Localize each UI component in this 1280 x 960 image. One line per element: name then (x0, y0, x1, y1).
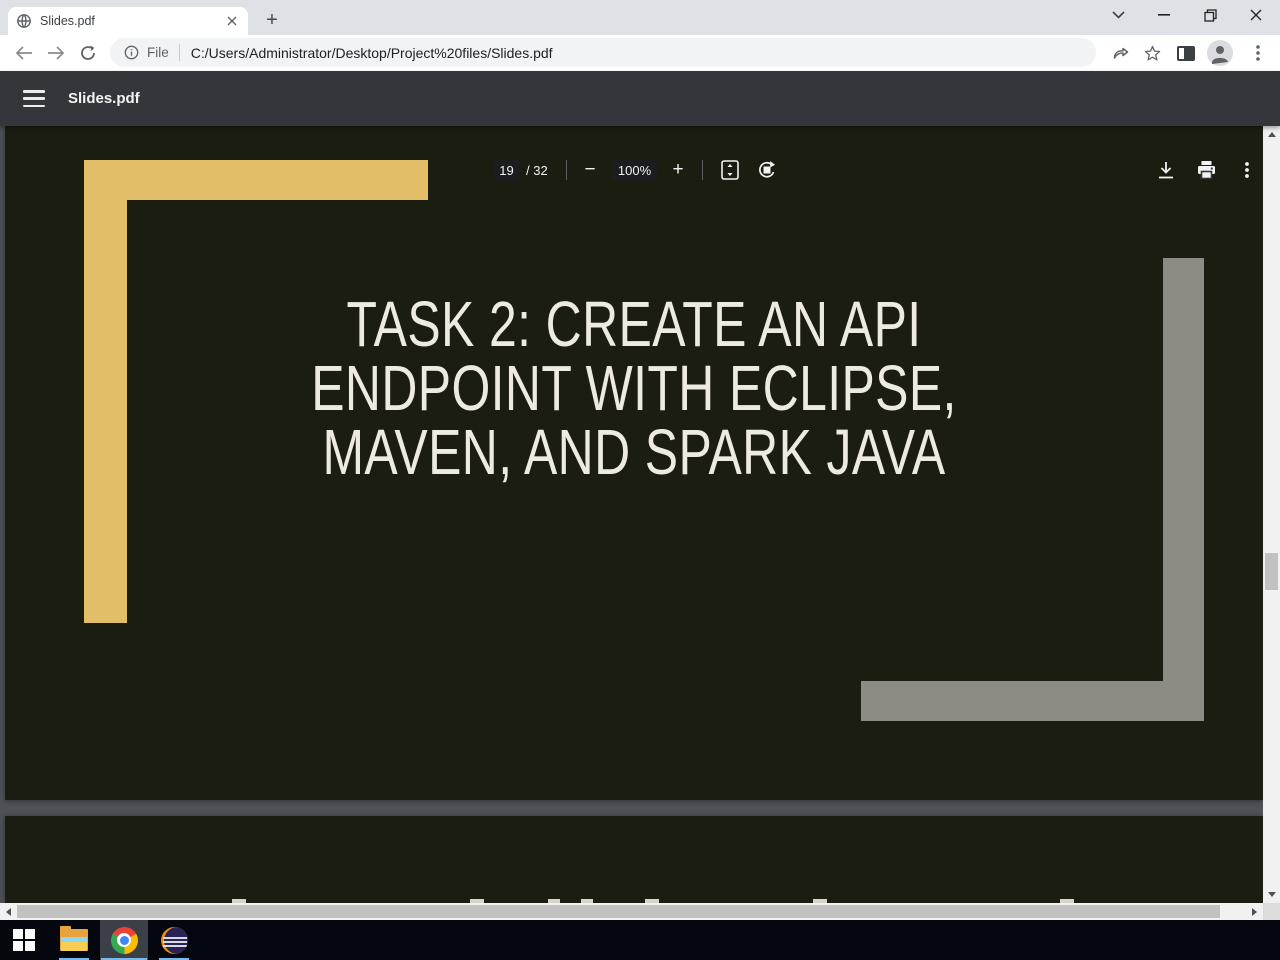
window-minimize-button[interactable] (1141, 0, 1187, 30)
browser-tab-strip: Slides.pdf + (0, 0, 1280, 35)
taskbar-chrome-button[interactable] (100, 920, 148, 960)
slide-accent-gray-bar-horizontal (861, 681, 1204, 721)
slide-accent-yellow-bar-vertical (84, 160, 127, 623)
slide-title-line-1: TASK 2: CREATE AN API (346, 288, 922, 360)
slide-accent-yellow-bar-horizontal (84, 160, 428, 200)
refresh-icon[interactable] (74, 39, 102, 67)
url-text: C:/Users/Administrator/Desktop/Project%2… (190, 44, 553, 61)
file-explorer-icon (60, 926, 88, 951)
pdf-document-title: Slides.pdf (68, 90, 140, 107)
browser-tab-slides-pdf[interactable]: Slides.pdf (8, 7, 248, 35)
new-tab-button[interactable]: + (258, 6, 286, 34)
forward-icon[interactable] (42, 39, 70, 67)
download-icon[interactable] (1155, 159, 1177, 181)
slide-title-line-3: MAVEN, AND SPARK JAVA (322, 416, 946, 488)
start-button[interactable] (0, 920, 48, 960)
share-icon[interactable] (1108, 39, 1136, 67)
page-count-label: / 32 (526, 162, 548, 178)
url-separator (178, 44, 180, 61)
fit-to-page-icon[interactable] (719, 159, 741, 181)
toolbar-separator (566, 160, 567, 180)
slide-title: TASK 2: CREATE AN API ENDPOINT WITH ECLI… (143, 292, 1124, 484)
slide-accent-gray-bar-vertical (1163, 258, 1204, 721)
address-bar[interactable]: File C:/Users/Administrator/Desktop/Proj… (110, 38, 1096, 67)
desktop-screen: Slides.pdf + File C:/Users/Administrator… (0, 0, 1280, 960)
url-scheme-label: File (147, 45, 169, 60)
pdf-page-19: TASK 2: CREATE AN API ENDPOINT WITH ECLI… (5, 126, 1263, 800)
info-icon[interactable] (124, 45, 139, 60)
rotate-icon[interactable] (756, 159, 778, 181)
windows-logo-icon (13, 929, 35, 951)
pdf-menu-icon[interactable] (22, 88, 46, 109)
tab-search-chevron-icon[interactable] (1095, 0, 1141, 30)
scroll-right-button[interactable] (1246, 903, 1263, 920)
pdf-more-options-icon[interactable] (1240, 159, 1254, 181)
back-icon[interactable] (10, 39, 38, 67)
globe-favicon-icon (16, 13, 32, 29)
chrome-icon (110, 926, 138, 954)
toolbar-separator (702, 160, 703, 180)
zoom-in-button[interactable]: + (666, 159, 690, 181)
horizontal-scrollbar[interactable] (0, 903, 1263, 920)
scrollbar-corner (1263, 903, 1280, 920)
pdf-toolbar: Slides.pdf / 32 − 100% + (0, 71, 1280, 181)
window-restore-button[interactable] (1187, 0, 1233, 30)
tab-title: Slides.pdf (40, 14, 95, 28)
vertical-scrollbar-thumb[interactable] (1265, 553, 1278, 590)
bookmark-star-icon[interactable] (1138, 39, 1166, 67)
zoom-level-value: 100% (612, 159, 657, 181)
eclipse-icon (160, 926, 188, 954)
pdf-viewer-area: TASK 2: CREATE AN API ENDPOINT WITH ECLI… (0, 126, 1263, 920)
window-close-button[interactable] (1233, 0, 1279, 30)
browser-toolbar: File C:/Users/Administrator/Desktop/Proj… (0, 35, 1280, 71)
profile-avatar[interactable] (1206, 39, 1234, 67)
taskbar-file-explorer-button[interactable] (50, 920, 98, 960)
vertical-scrollbar[interactable] (1263, 126, 1280, 903)
browser-menu-icon[interactable] (1244, 39, 1272, 67)
page-number-input[interactable] (494, 159, 519, 181)
zoom-out-button[interactable]: − (578, 159, 602, 181)
print-icon[interactable] (1195, 159, 1217, 181)
slide-title-line-2: ENDPOINT WITH ECLIPSE, (311, 352, 957, 424)
tab-close-icon[interactable] (224, 13, 240, 29)
scroll-down-button[interactable] (1263, 886, 1280, 903)
scroll-up-button[interactable] (1263, 126, 1280, 143)
taskbar-eclipse-button[interactable] (150, 920, 198, 960)
scroll-left-button[interactable] (0, 903, 17, 920)
pdf-page-20-partial (5, 816, 1263, 903)
windows-taskbar (0, 920, 1280, 960)
horizontal-scrollbar-thumb[interactable] (17, 905, 1220, 918)
side-panel-icon[interactable] (1172, 39, 1200, 67)
